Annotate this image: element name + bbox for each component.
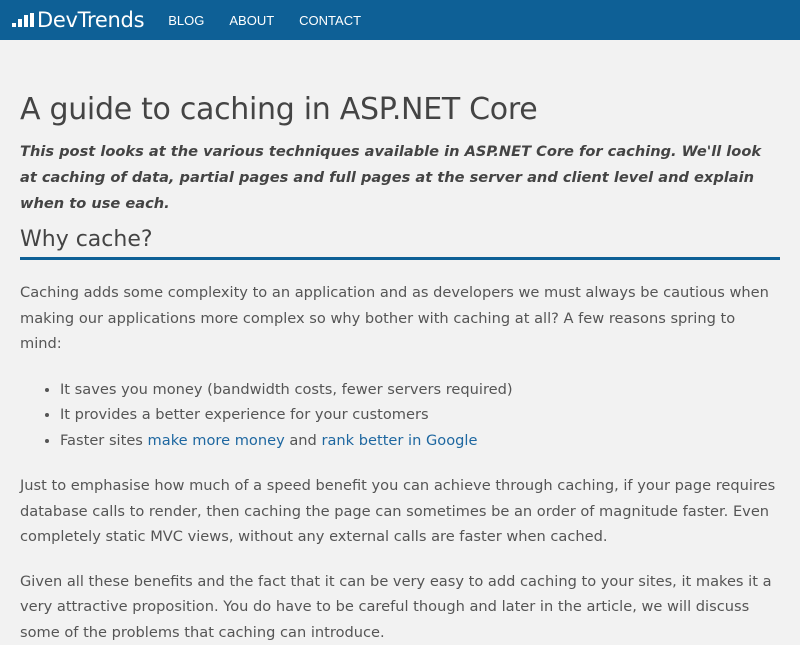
nav-link-about[interactable]: ABOUT: [229, 13, 274, 28]
top-navbar: DevTrends BLOG ABOUT CONTACT: [0, 0, 800, 40]
list-item: Faster sites make more money and rank be…: [60, 428, 780, 454]
rank-better-link[interactable]: rank better in Google: [321, 432, 477, 449]
reasons-list: It saves you money (bandwidth costs, few…: [20, 377, 780, 454]
list-item: It saves you money (bandwidth costs, few…: [60, 377, 780, 403]
brand-link[interactable]: DevTrends: [12, 8, 144, 32]
nav-link-contact[interactable]: CONTACT: [299, 13, 361, 28]
nav-link-blog[interactable]: BLOG: [168, 13, 204, 28]
speed-paragraph: Just to emphasise how much of a speed be…: [20, 473, 780, 550]
nav-menu: BLOG ABOUT CONTACT: [168, 13, 386, 28]
bar-signal-icon: [12, 13, 34, 27]
make-more-money-link[interactable]: make more money: [148, 432, 285, 449]
article-content: A guide to caching in ASP.NET Core This …: [20, 40, 780, 645]
list-item: It provides a better experience for your…: [60, 402, 780, 428]
list-item-text: Faster sites: [60, 432, 148, 449]
list-item-text: and: [285, 432, 322, 449]
article-lead: This post looks at the various technique…: [20, 139, 780, 217]
brand-name: DevTrends: [37, 8, 144, 32]
benefits-paragraph: Given all these benefits and the fact th…: [20, 569, 780, 645]
intro-paragraph: Caching adds some complexity to an appli…: [20, 280, 780, 357]
section-heading: Why cache?: [20, 223, 780, 260]
article-title: A guide to caching in ASP.NET Core: [20, 90, 780, 130]
